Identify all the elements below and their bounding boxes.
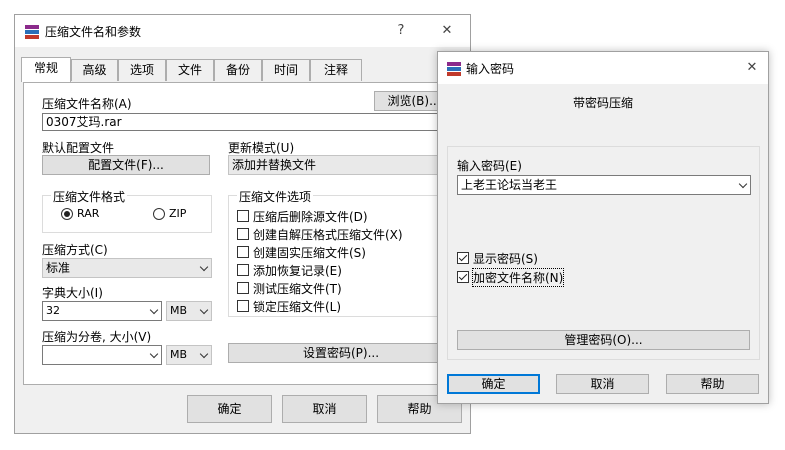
- tab-general[interactable]: 常规: [21, 57, 71, 82]
- archive-dialog: 压缩文件名和参数 ? ✕ 常规 高级 选项 文件 备份 时间 注释 压缩文件名称…: [14, 14, 471, 434]
- update-mode-value: 添加并替换文件: [232, 158, 317, 172]
- format-rar-radio[interactable]: [61, 208, 73, 220]
- format-group-title: 压缩文件格式: [51, 188, 128, 205]
- password-dialog-title: 输入密码: [466, 62, 515, 76]
- option-sfx-checkbox[interactable]: [237, 228, 249, 240]
- encrypt-names-checkbox[interactable]: [457, 271, 469, 283]
- default-config-label: 默认配置文件: [42, 141, 115, 155]
- password-panel: 输入密码(E) 上老王论坛当老王 显示密码(S) 加密文件名称(N) 管理密码(…: [447, 146, 760, 360]
- update-mode-combo[interactable]: 添加并替换文件: [228, 155, 454, 175]
- option-recovery-checkbox[interactable]: [237, 264, 249, 276]
- compression-method-combo[interactable]: 标准: [42, 258, 212, 278]
- enter-password-label: 输入密码(E): [457, 159, 522, 173]
- format-rar-label[interactable]: RAR: [77, 207, 99, 220]
- tab-comment[interactable]: 注释: [310, 59, 362, 81]
- help-icon[interactable]: ?: [391, 23, 411, 38]
- password-combo[interactable]: 上老王论坛当老王: [457, 175, 751, 195]
- update-mode-label: 更新模式(U): [228, 141, 295, 155]
- split-unit-value: MB: [170, 348, 188, 361]
- split-unit-combo[interactable]: MB: [166, 345, 212, 365]
- tab-options[interactable]: 选项: [118, 59, 166, 81]
- dict-unit-value: MB: [170, 304, 188, 317]
- archive-options-group: 压缩文件选项 压缩后删除源文件(D) 创建自解压格式压缩文件(X) 创建固实压缩…: [228, 188, 454, 317]
- tab-files[interactable]: 文件: [166, 59, 214, 81]
- set-password-button[interactable]: 设置密码(P)...: [228, 343, 454, 363]
- dict-size-combo[interactable]: 32: [42, 301, 162, 321]
- password-dialog: 输入密码 ✕ 带密码压缩 输入密码(E) 上老王论坛当老王 显示密码(S) 加密…: [437, 51, 769, 404]
- close-icon[interactable]: ✕: [742, 60, 762, 75]
- format-zip-label[interactable]: ZIP: [169, 207, 186, 220]
- ok-button[interactable]: 确定: [187, 395, 272, 423]
- manage-passwords-button[interactable]: 管理密码(O)...: [457, 330, 750, 350]
- password-heading: 带密码压缩: [572, 96, 633, 110]
- option-delete-after-checkbox[interactable]: [237, 210, 249, 222]
- option-delete-after-label[interactable]: 压缩后删除源文件(D): [253, 208, 368, 225]
- cancel-button[interactable]: 取消: [282, 395, 367, 423]
- format-group: 压缩文件格式 RAR ZIP: [42, 188, 212, 233]
- chevron-down-icon[interactable]: [738, 179, 748, 189]
- archive-dialog-title: 压缩文件名和参数: [45, 25, 142, 39]
- option-lock-label[interactable]: 锁定压缩文件(L): [253, 298, 341, 315]
- password-value: 上老王论坛当老王: [461, 178, 558, 192]
- format-zip-radio[interactable]: [153, 208, 165, 220]
- dict-unit-combo[interactable]: MB: [166, 301, 212, 321]
- option-test-checkbox[interactable]: [237, 282, 249, 294]
- password-help-button[interactable]: 帮助: [666, 374, 759, 394]
- password-cancel-button[interactable]: 取消: [556, 374, 649, 394]
- config-button[interactable]: 配置文件(F)...: [42, 155, 210, 175]
- compression-method-label: 压缩方式(C): [42, 243, 108, 257]
- archive-name-value: 0307艾玛.rar: [46, 115, 122, 129]
- close-icon[interactable]: ✕: [437, 23, 457, 38]
- archive-name-combo[interactable]: 0307艾玛.rar: [42, 113, 454, 131]
- show-password-checkbox[interactable]: [457, 252, 469, 264]
- archive-dialog-titlebar[interactable]: 压缩文件名和参数 ? ✕: [15, 15, 470, 47]
- winrar-icon: [447, 62, 461, 76]
- split-volume-combo[interactable]: [42, 345, 162, 365]
- option-recovery-label[interactable]: 添加恢复记录(E): [253, 262, 342, 279]
- tab-strip: 常规 高级 选项 文件 备份 时间 注释: [21, 57, 461, 83]
- chevron-down-icon[interactable]: [199, 349, 209, 359]
- password-dialog-titlebar[interactable]: 输入密码 ✕: [438, 52, 768, 84]
- winrar-icon: [25, 25, 39, 39]
- archive-name-label: 压缩文件名称(A): [42, 97, 132, 111]
- option-solid-label[interactable]: 创建固实压缩文件(S): [253, 244, 366, 261]
- encrypt-names-label[interactable]: 加密文件名称(N): [471, 268, 565, 287]
- option-sfx-label[interactable]: 创建自解压格式压缩文件(X): [253, 226, 403, 243]
- archive-options-title: 压缩文件选项: [237, 188, 314, 205]
- option-test-label[interactable]: 测试压缩文件(T): [253, 280, 342, 297]
- tab-backup[interactable]: 备份: [214, 59, 262, 81]
- chevron-down-icon[interactable]: [199, 305, 209, 315]
- tab-advanced[interactable]: 高级: [71, 59, 118, 81]
- chevron-down-icon[interactable]: [199, 262, 209, 272]
- tab-time[interactable]: 时间: [262, 59, 310, 81]
- show-password-label[interactable]: 显示密码(S): [473, 250, 538, 267]
- option-solid-checkbox[interactable]: [237, 246, 249, 258]
- general-panel: 压缩文件名称(A) 浏览(B)... 0307艾玛.rar 默认配置文件 配置文…: [23, 82, 461, 385]
- chevron-down-icon[interactable]: [149, 349, 159, 359]
- password-ok-button[interactable]: 确定: [447, 374, 540, 394]
- dict-size-label: 字典大小(I): [42, 286, 103, 300]
- split-volume-label: 压缩为分卷, 大小(V): [42, 330, 152, 344]
- dict-size-value: 32: [46, 304, 60, 317]
- compression-method-value: 标准: [46, 261, 71, 275]
- chevron-down-icon[interactable]: [149, 305, 159, 315]
- option-lock-checkbox[interactable]: [237, 300, 249, 312]
